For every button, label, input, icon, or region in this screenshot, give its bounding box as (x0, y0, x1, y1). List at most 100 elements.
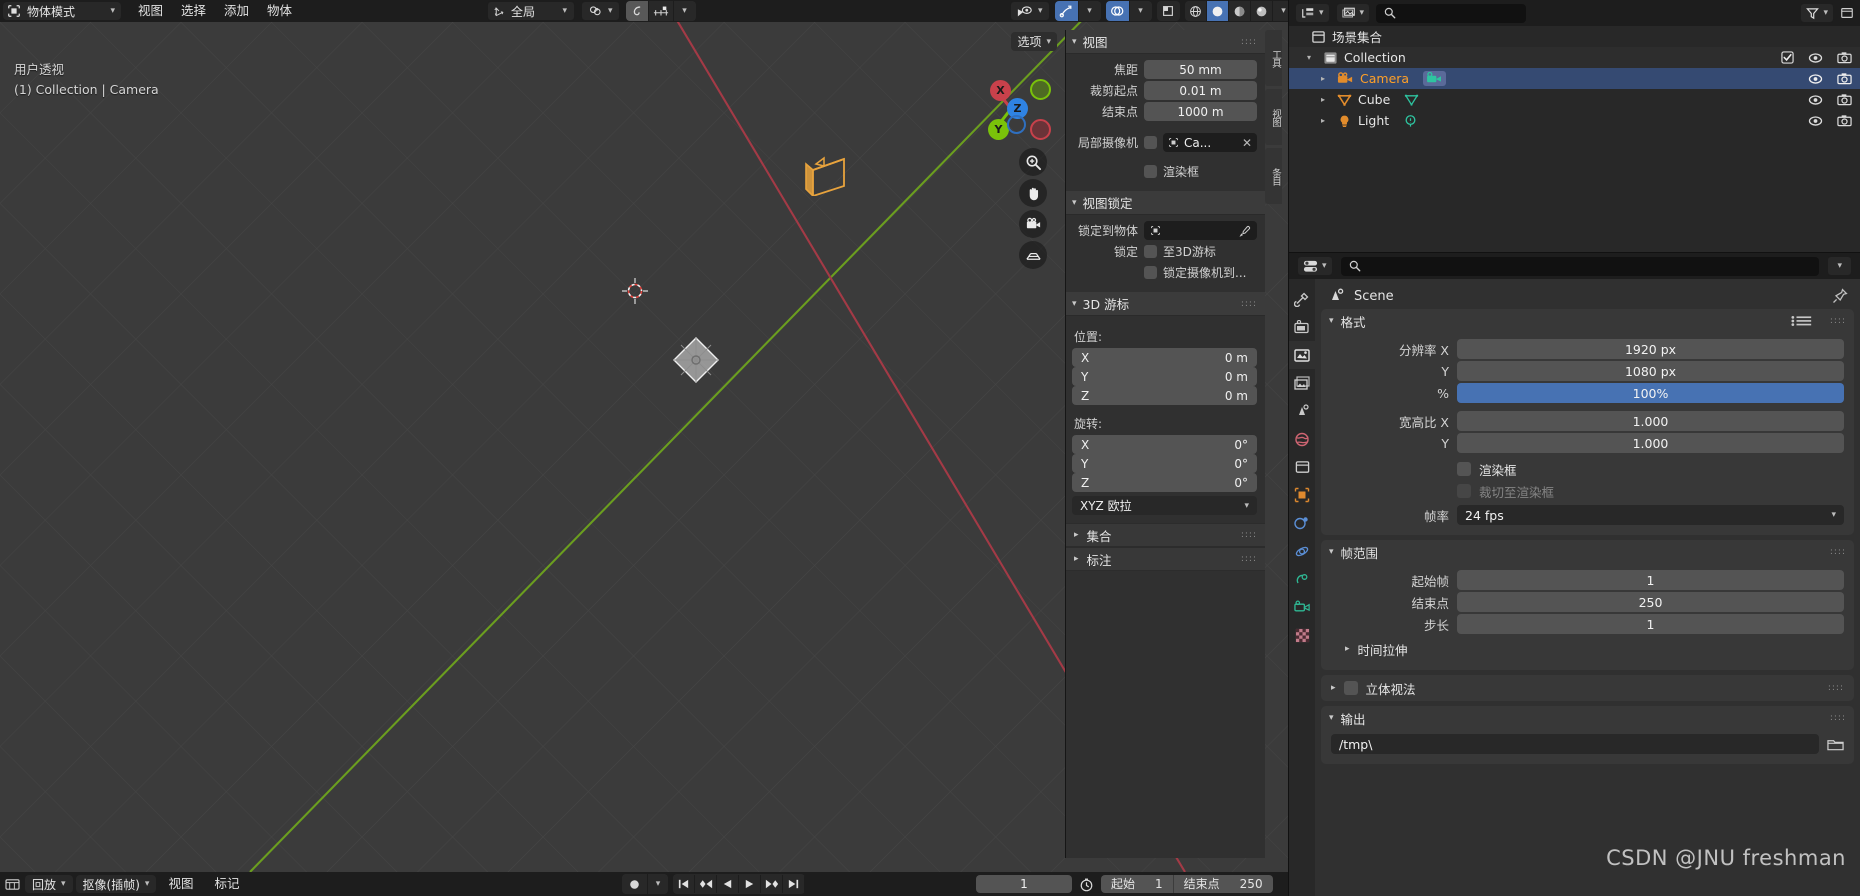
camera-data-icon[interactable] (1423, 71, 1447, 86)
outliner-display-mode-dropdown[interactable] (1295, 3, 1330, 23)
drag-grip-icon[interactable]: :::: (1830, 713, 1846, 723)
cursor-rotation-x-field[interactable]: X 0° (1072, 435, 1257, 454)
play-reverse-icon[interactable] (717, 875, 739, 893)
gizmo-axis-z-neg[interactable] (1007, 115, 1026, 134)
npanel-view-section-header[interactable]: ▾ 视图 :::: (1066, 30, 1265, 54)
camera-render-icon[interactable] (1837, 93, 1852, 106)
camera-object[interactable] (800, 140, 862, 196)
chevron-down-icon[interactable] (648, 874, 668, 894)
light-object-gizmo[interactable] (668, 332, 724, 388)
npanel-tab-tool[interactable]: 工具 (1265, 30, 1282, 86)
lock-to-cursor-checkbox[interactable] (1144, 245, 1157, 258)
properties-tab-output[interactable] (1289, 341, 1315, 369)
npanel-annotations-section[interactable]: ▸ 标注 :::: (1066, 547, 1265, 571)
frame-range-controls[interactable]: 起始 1 结束点 250 (1101, 875, 1273, 893)
gizmo-axis-y-neg[interactable] (1030, 79, 1051, 100)
drag-grip-icon[interactable]: :::: (1830, 316, 1846, 326)
menu-object[interactable]: 物体 (258, 0, 301, 22)
cursor-location-x-field[interactable]: X 0 m (1072, 348, 1257, 367)
eye-icon[interactable] (1808, 115, 1823, 127)
shading-material-preview[interactable] (1228, 1, 1251, 21)
record-dot-icon[interactable] (622, 874, 648, 894)
drag-grip-icon[interactable]: :::: (1241, 554, 1257, 564)
transform-orientation-dropdown[interactable]: 全局 (487, 1, 575, 21)
render-region-checkbox[interactable] (1457, 462, 1471, 476)
frame-step-field[interactable]: 1 (1457, 614, 1844, 634)
properties-tab-object[interactable] (1289, 481, 1315, 509)
properties-tab-modifier[interactable] (1289, 509, 1315, 537)
properties-tab-scene[interactable] (1289, 397, 1315, 425)
frame-end-field[interactable]: 250 (1457, 592, 1844, 612)
viewport-options-dropdown[interactable]: 选项 (1011, 32, 1057, 51)
properties-tab-view-layer[interactable] (1289, 369, 1315, 397)
properties-tab-constraint[interactable] (1289, 565, 1315, 593)
menu-view[interactable]: 视图 (129, 0, 172, 22)
chevron-down-icon[interactable] (673, 1, 696, 21)
shading-wireframe[interactable] (1184, 1, 1207, 21)
lock-camera-checkbox[interactable] (1144, 266, 1157, 279)
collection-enable-checkbox[interactable] (1781, 51, 1794, 64)
keying-dropdown[interactable]: 抠像(插帧) (75, 875, 157, 893)
resolution-y-field[interactable]: 1080 px (1457, 361, 1844, 381)
aspect-y-field[interactable]: 1.000 (1457, 433, 1844, 453)
properties-tab-data[interactable] (1289, 593, 1315, 621)
proportional-falloff-icon[interactable] (648, 1, 674, 21)
outliner-scene-collection-row[interactable]: 场景集合 (1289, 26, 1860, 47)
outliner-search-input[interactable] (1376, 3, 1527, 23)
local-camera-field[interactable]: Ca... ✕ (1163, 133, 1257, 152)
menu-add[interactable]: 添加 (215, 0, 258, 22)
resolution-percent-field[interactable]: 100% (1457, 383, 1844, 403)
object-visibility-dropdown[interactable] (1010, 1, 1050, 21)
outliner-row-cube[interactable]: ▸ Cube (1289, 89, 1860, 110)
lock-to-object-field[interactable] (1144, 221, 1257, 240)
expand-triangle-icon[interactable]: ▾ (1307, 53, 1317, 62)
expand-triangle-icon[interactable]: ▸ (1321, 95, 1331, 104)
overlays-toggle[interactable] (1105, 1, 1130, 21)
jump-start-icon[interactable] (673, 875, 695, 893)
outliner-row-light[interactable]: ▸ Light (1289, 110, 1860, 131)
chevron-down-icon[interactable] (1129, 1, 1152, 21)
properties-tab-tool[interactable] (1289, 285, 1315, 313)
cursor-rotation-y-field[interactable]: Y 0° (1072, 454, 1257, 473)
drag-grip-icon[interactable]: :::: (1828, 683, 1844, 693)
npanel-collections-section[interactable]: ▸ 集合 :::: (1066, 523, 1265, 547)
proportional-edit-toggle[interactable] (625, 1, 649, 21)
prev-keyframe-icon[interactable] (695, 875, 717, 893)
clip-end-field[interactable]: 1000 m (1144, 102, 1257, 121)
properties-tab-render[interactable] (1289, 313, 1315, 341)
camera-render-icon[interactable] (1837, 114, 1852, 127)
outliner-filter-dropdown[interactable] (1800, 3, 1834, 23)
npanel-tab-view[interactable]: 视图 (1265, 89, 1282, 145)
output-path-field[interactable]: /tmp\ (1331, 734, 1819, 754)
properties-tab-physics[interactable] (1289, 537, 1315, 565)
eye-icon[interactable] (1808, 73, 1823, 85)
jump-end-icon[interactable] (783, 875, 805, 893)
drag-grip-icon[interactable]: :::: (1241, 299, 1257, 309)
snap-settings-dropdown[interactable] (581, 1, 620, 21)
mesh-data-icon[interactable] (1404, 93, 1419, 107)
gizmo-axis-x-neg[interactable] (1030, 119, 1051, 140)
eyedropper-icon[interactable] (1239, 225, 1251, 237)
frame-start-field[interactable]: 1 (1457, 570, 1844, 590)
frame-rate-dropdown[interactable]: 24 fps (1457, 505, 1844, 525)
resolution-x-field[interactable]: 1920 px (1457, 339, 1844, 359)
local-camera-checkbox[interactable] (1144, 136, 1157, 149)
expand-triangle-icon[interactable]: ▸ (1321, 74, 1331, 83)
pin-icon[interactable] (1832, 288, 1848, 304)
npanel-cursor-section-header[interactable]: ▾ 3D 游标 :::: (1066, 292, 1265, 316)
outliner-search-field[interactable] (1402, 6, 1519, 20)
properties-tab-material[interactable] (1289, 621, 1315, 649)
close-x-icon[interactable]: ✕ (1242, 136, 1252, 150)
current-frame-field[interactable]: 1 (976, 875, 1072, 893)
rotation-mode-dropdown[interactable]: XYZ 欧拉 (1072, 496, 1257, 515)
mode-select-dropdown[interactable]: 物体模式 (3, 2, 121, 20)
ortho-persp-icon[interactable] (1019, 241, 1047, 269)
xray-toggle[interactable] (1156, 1, 1180, 21)
properties-search-field[interactable] (1366, 259, 1812, 273)
outliner-filter-scene-dropdown[interactable] (1335, 3, 1371, 23)
clip-start-field[interactable]: 0.01 m (1144, 81, 1257, 100)
folder-icon[interactable] (1827, 737, 1844, 752)
next-keyframe-icon[interactable] (761, 875, 783, 893)
expand-triangle-icon[interactable]: ▸ (1321, 116, 1331, 125)
gizmo-axis-y[interactable]: Y (988, 119, 1009, 140)
